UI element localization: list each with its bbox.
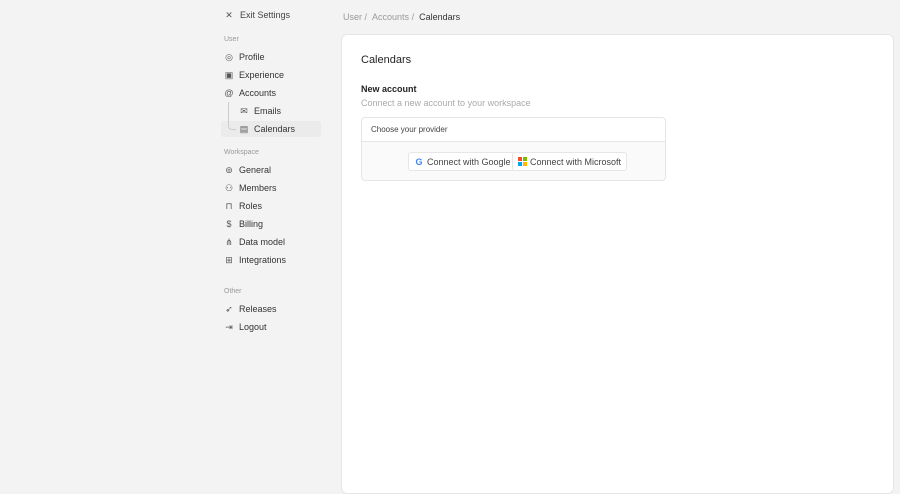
page-title: Calendars [361, 54, 412, 66]
connect-microsoft-button[interactable]: Connect with Microsoft [512, 152, 628, 171]
sidebar-item-profile[interactable]: ◎ Profile [221, 49, 321, 65]
section-user: User [224, 36, 239, 43]
tree-connector [228, 102, 236, 130]
sidebar-item-emails[interactable]: ✉ Emails [221, 103, 321, 119]
settings-icon: ⊚ [225, 164, 233, 175]
users-icon: ⚇ [224, 182, 234, 193]
exit-settings-button[interactable]: ✕ Exit Settings [224, 9, 290, 21]
breadcrumb-accounts[interactable]: Accounts [372, 12, 409, 22]
hierarchy-icon: ⋔ [225, 236, 233, 247]
rocket-icon: ➶ [225, 303, 233, 314]
logout-icon: ⇥ [225, 321, 233, 332]
sidebar-item-general[interactable]: ⊚ General [221, 162, 321, 178]
section-other: Other [224, 288, 242, 295]
sidebar-item-data-model[interactable]: ⋔ Data model [221, 234, 321, 250]
dollar-icon: $ [226, 219, 232, 229]
sidebar-item-accounts[interactable]: @ Accounts [221, 85, 321, 101]
main-panel: Calendars New account Connect a new acco… [341, 34, 894, 494]
experience-icon: ▣ [224, 69, 234, 80]
sidebar-item-calendars[interactable]: ▤ Calendars [221, 121, 321, 137]
sidebar-item-logout[interactable]: ⇥ Logout [221, 319, 321, 335]
sidebar-item-experience[interactable]: ▣ Experience [221, 67, 321, 83]
close-icon: ✕ [225, 9, 233, 20]
provider-card: Choose your provider G Connect with Googl… [361, 117, 666, 181]
breadcrumb: User / Accounts / Calendars [343, 12, 461, 22]
section-title: New account [361, 84, 417, 94]
connect-google-button[interactable]: G Connect with Google [408, 152, 517, 171]
microsoft-icon [518, 157, 527, 166]
calendar-icon: ▤ [239, 123, 249, 134]
mail-icon: ✉ [240, 105, 248, 116]
user-circle-icon: ◎ [225, 51, 233, 62]
breadcrumb-user[interactable]: User [343, 12, 362, 22]
sidebar-item-billing[interactable]: $ Billing [221, 216, 321, 232]
section-description: Connect a new account to your workspace [361, 98, 531, 108]
sidebar-item-members[interactable]: ⚇ Members [221, 180, 321, 196]
breadcrumb-current: Calendars [419, 12, 461, 22]
section-workspace: Workspace [224, 149, 259, 156]
apps-icon: ⊞ [225, 254, 233, 265]
sidebar-item-integrations[interactable]: ⊞ Integrations [221, 252, 321, 268]
at-icon: @ [224, 88, 234, 98]
sidebar-item-releases[interactable]: ➶ Releases [221, 301, 321, 317]
lock-icon: ⊓ [225, 200, 233, 211]
provider-header: Choose your provider [362, 118, 665, 142]
sidebar-item-roles[interactable]: ⊓ Roles [221, 198, 321, 214]
google-icon: G [415, 156, 423, 167]
